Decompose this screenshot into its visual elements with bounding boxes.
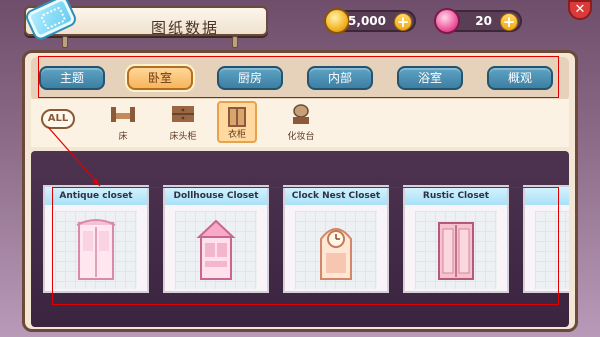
annotation-arrow bbox=[47, 126, 101, 187]
